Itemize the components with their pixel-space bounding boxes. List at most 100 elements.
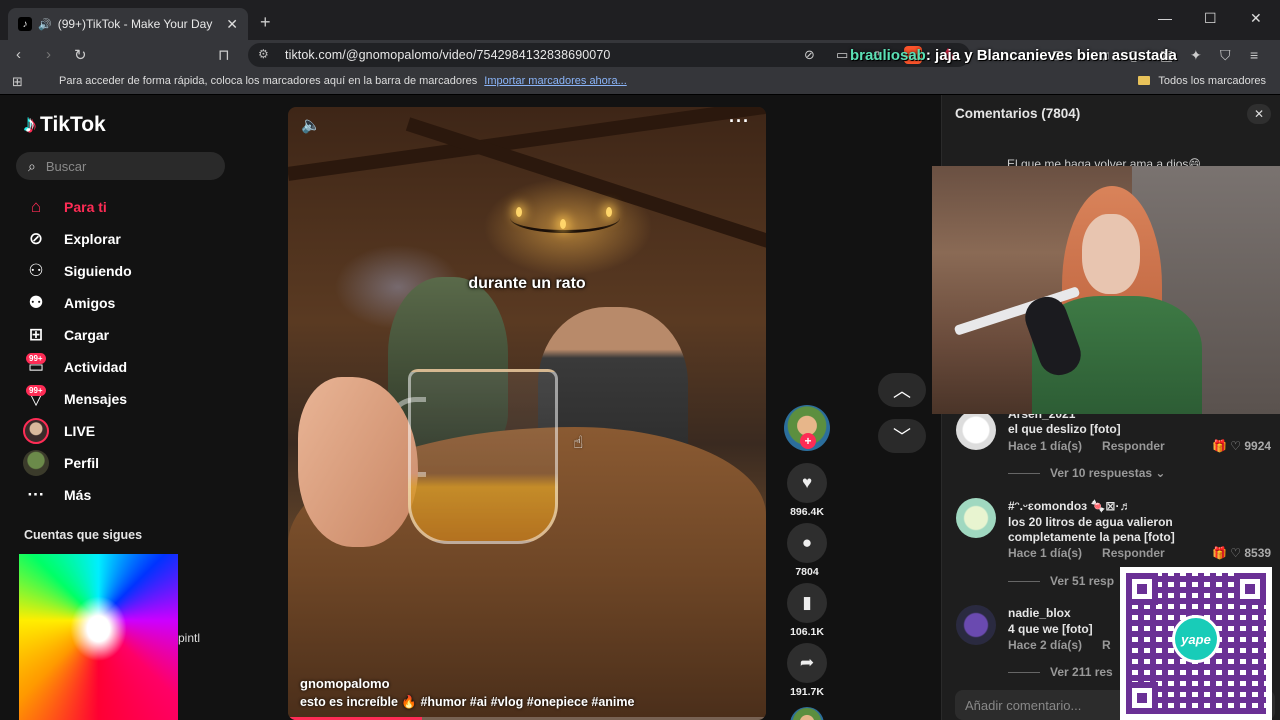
reply-button[interactable]: Responder xyxy=(1102,546,1165,560)
qr-finder xyxy=(1126,682,1158,714)
like-button[interactable]: ♥ xyxy=(787,463,827,503)
friends-icon: ⚉ xyxy=(28,293,44,312)
comment-avatar[interactable] xyxy=(956,410,996,450)
sidebar-item-explorar[interactable]: ⊘ Explorar xyxy=(20,223,132,255)
previous-video-button[interactable]: ︿ xyxy=(878,373,926,407)
divider xyxy=(1008,581,1040,583)
apps-icon[interactable]: ⊞ xyxy=(12,74,23,90)
messages-badge: 99+ xyxy=(26,385,46,396)
sidebar-item-live[interactable]: LIVE xyxy=(20,415,132,447)
browser-tab-bar: ♪ 🔊 (99+)TikTok - Make Your Day ✕ + — ☐ … xyxy=(0,0,1280,40)
comment-meta: Hace 1 día(s) Responder xyxy=(1008,546,1165,560)
creator-avatar[interactable]: + xyxy=(784,405,830,451)
volume-icon[interactable]: 🔈 xyxy=(301,115,321,135)
sidebar-menu: ⌂ Para ti ⊘ Explorar ⚇ Siguiendo ⚉ Amigo… xyxy=(20,191,132,511)
chat-text: : jaja y Blancanieves bien asustada xyxy=(925,47,1177,64)
comment-like-button[interactable]: 🎁 ♡ 9924 xyxy=(1212,439,1271,453)
speaker-icon[interactable]: 🔊 xyxy=(38,18,52,31)
tab-close-icon[interactable]: ✕ xyxy=(226,16,238,33)
forward-icon[interactable]: › xyxy=(46,46,51,63)
qr-pattern: yape xyxy=(1126,573,1266,714)
hand-cursor-icon: ☝ xyxy=(573,433,584,452)
cast-icon[interactable]: ▭ xyxy=(836,47,848,63)
sidebar-item-actividad[interactable]: ▭ 99+ Actividad xyxy=(20,351,132,383)
comment-username[interactable]: nadie_blox xyxy=(1008,606,1071,620)
like-count: 896.4K xyxy=(790,506,824,518)
sidebar-item-mensajes[interactable]: ▽ 99+ Mensajes xyxy=(20,383,132,415)
no-track-icon[interactable]: ⊘ xyxy=(804,47,815,63)
beer-mug xyxy=(408,369,558,544)
share-count: 191.7K xyxy=(790,686,824,698)
site-settings-icon[interactable]: ⚙ xyxy=(258,47,269,61)
following-name-fragment: pintl xyxy=(178,631,201,645)
more-options-icon[interactable]: ··· xyxy=(729,111,750,132)
comment-button[interactable]: ● xyxy=(787,523,827,563)
chat-username: brauliosab xyxy=(850,47,926,64)
sidebar-item-siguiendo[interactable]: ⚇ Siguiendo xyxy=(20,255,132,287)
save-count: 106.1K xyxy=(790,626,824,638)
search-input[interactable]: ⌕ Buscar xyxy=(16,152,225,180)
search-placeholder: Buscar xyxy=(45,158,87,174)
user-follow-icon: ⚇ xyxy=(28,261,44,280)
all-bookmarks-button[interactable]: Todos los marcadores xyxy=(1138,75,1266,87)
heart-outline-icon: 🎁 ♡ xyxy=(1212,546,1245,560)
chevron-up-icon: ︿ xyxy=(893,381,911,401)
close-comments-button[interactable]: ✕ xyxy=(1247,104,1271,124)
url-text[interactable]: tiktok.com/@gnomopalomo/video/7542984132… xyxy=(285,48,610,62)
bookmark-icon[interactable]: ⊓ xyxy=(218,46,230,64)
webcam-overlay xyxy=(932,166,1280,414)
sidebar-item-label: Actividad xyxy=(64,359,128,375)
share-arrow-icon: ➦ xyxy=(799,653,815,672)
rainbow-overlay-image xyxy=(19,554,178,720)
comment-time: Hace 2 día(s) xyxy=(1008,638,1083,652)
reload-icon[interactable]: ↻ xyxy=(74,46,87,64)
sidebar-item-label: Mensajes xyxy=(64,391,128,407)
sidebar-item-perfil[interactable]: Perfil xyxy=(20,447,132,479)
save-button[interactable]: ▮ xyxy=(787,583,827,623)
reply-button[interactable]: R xyxy=(1102,638,1111,652)
minimize-icon[interactable]: — xyxy=(1158,10,1172,26)
sidebar-item-label: Perfil xyxy=(64,455,100,471)
new-tab-icon[interactable]: + xyxy=(260,12,271,33)
comment-text: los 20 litros de agua valieron completam… xyxy=(1008,515,1175,544)
view-replies-button[interactable]: Ver 211 res xyxy=(1008,665,1113,679)
sidebar-item-label: Siguiendo xyxy=(64,263,132,279)
ai-icon[interactable]: ✦ xyxy=(1190,47,1202,64)
view-replies-button[interactable]: Ver 51 resp xyxy=(1008,574,1114,588)
video-overlay-caption: durante un rato xyxy=(468,275,586,292)
comment-username[interactable]: #ᵔ.ᵕɛomondoɜ 🍬⊠·♬ xyxy=(1008,499,1131,513)
following-title: Cuentas que sigues xyxy=(24,528,143,542)
divider xyxy=(1008,473,1040,475)
sidebar-item-amigos[interactable]: ⚉ Amigos xyxy=(20,287,132,319)
music-disc-avatar[interactable] xyxy=(790,707,824,720)
compass-icon: ⊘ xyxy=(28,229,44,248)
qr-finder xyxy=(1126,573,1158,605)
back-icon[interactable]: ‹ xyxy=(16,46,21,63)
view-replies-button[interactable]: Ver 10 respuestas ⌄ xyxy=(1008,466,1165,480)
browser-tab[interactable]: ♪ 🔊 (99+)TikTok - Make Your Day ✕ xyxy=(8,8,248,40)
next-video-button[interactable]: ﹀ xyxy=(878,419,926,453)
share-button[interactable]: ➦ xyxy=(787,643,827,683)
candle-flame xyxy=(516,207,522,217)
view-replies-label: Ver 211 res xyxy=(1050,665,1113,679)
vpn-icon[interactable]: ⛉ xyxy=(1220,47,1231,64)
menu-icon[interactable]: ≡ xyxy=(1250,47,1258,63)
live-avatar xyxy=(23,418,49,444)
video-description: esto es increíble 🔥 #humor #ai #vlog #on… xyxy=(300,695,635,709)
follow-plus-icon[interactable]: + xyxy=(800,433,816,449)
import-bookmarks-link[interactable]: Importar marcadores ahora... xyxy=(484,75,626,87)
comment-like-button[interactable]: 🎁 ♡ 8539 xyxy=(1212,546,1271,560)
tiktok-logo[interactable]: ♪ TikTok xyxy=(24,111,106,139)
close-window-icon[interactable]: ✕ xyxy=(1250,10,1262,27)
candle-flame xyxy=(560,219,566,229)
sidebar-item-cargar[interactable]: ⊞ Cargar xyxy=(20,319,132,351)
sidebar-item-para-ti[interactable]: ⌂ Para ti xyxy=(20,191,132,223)
reply-button[interactable]: Responder xyxy=(1102,439,1165,453)
video-author[interactable]: gnomopalomo xyxy=(300,676,390,691)
maximize-icon[interactable]: ☐ xyxy=(1204,10,1217,27)
video-player[interactable]: durante un rato 🔈 ··· ☝ gnomopalomo esto… xyxy=(288,107,766,720)
sidebar-item-label: Explorar xyxy=(64,231,121,247)
sidebar-item-mas[interactable]: ··· Más xyxy=(20,479,132,511)
comment-avatar[interactable] xyxy=(956,605,996,645)
comment-avatar[interactable] xyxy=(956,498,996,538)
